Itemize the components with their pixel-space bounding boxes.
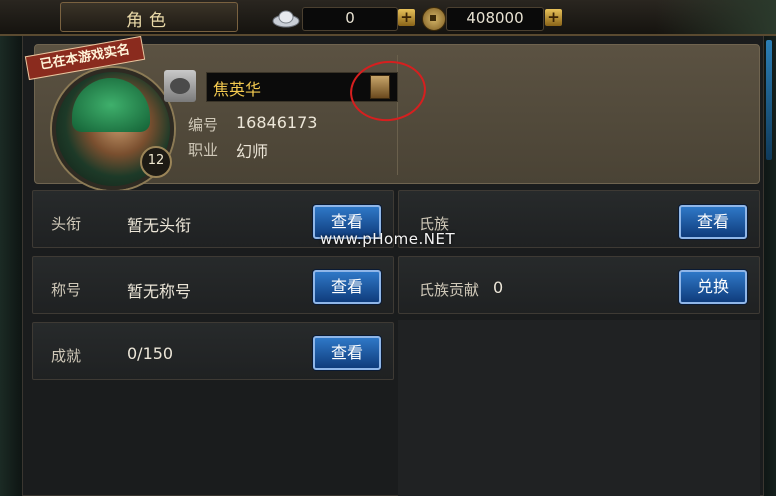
title-tab: 角色: [60, 2, 238, 32]
helmet-icon: [72, 78, 150, 132]
corner-ornament: [656, 0, 776, 34]
clan-contribution-row: 氏族贡献 0 兑换: [398, 256, 760, 314]
row-value: 暂无称号: [127, 282, 192, 301]
id-label: 编号: [188, 116, 219, 134]
row-label: 成就: [51, 347, 82, 365]
silver-ingot-icon: [272, 10, 300, 28]
view-clan-button[interactable]: 查看: [679, 205, 747, 239]
gold-counter: 408000: [446, 7, 544, 31]
job-label: 职业: [188, 141, 219, 159]
add-silver-button[interactable]: +: [398, 9, 415, 26]
silver-value: 0: [345, 9, 355, 27]
add-gold-button[interactable]: +: [545, 9, 562, 26]
rank-crown-icon: [164, 70, 196, 102]
row-value: 暂无头衔: [127, 216, 192, 235]
gold-value: 408000: [466, 9, 524, 27]
row-label: 称号: [51, 281, 82, 299]
scrollbar[interactable]: [766, 40, 772, 160]
silver-counter: 0: [302, 7, 398, 31]
left-background: [0, 0, 22, 496]
row-value: 0/150: [127, 344, 174, 363]
exchange-button[interactable]: 兑换: [679, 270, 747, 304]
panel-title: 角色: [126, 11, 172, 31]
row-value: 0: [493, 278, 504, 297]
empty-area: [398, 320, 760, 496]
top-bar: 角色 0 + 408000 +: [0, 0, 776, 36]
level-badge: 12: [140, 146, 172, 178]
achievement-row: 成就 0/150 查看: [32, 322, 394, 380]
copper-coin-icon: [422, 7, 446, 31]
job-value: 幻师: [236, 142, 269, 161]
character-name: 焦英华: [213, 80, 262, 99]
honor-row: 称号 暂无称号 查看: [32, 256, 394, 314]
row-label: 氏族贡献: [419, 281, 480, 299]
id-value: 16846173: [236, 113, 318, 132]
watermark: www.pHome.NET: [320, 230, 456, 248]
row-label: 头衔: [51, 215, 82, 233]
view-achievement-button[interactable]: 查看: [313, 336, 381, 370]
view-honor-button[interactable]: 查看: [313, 270, 381, 304]
